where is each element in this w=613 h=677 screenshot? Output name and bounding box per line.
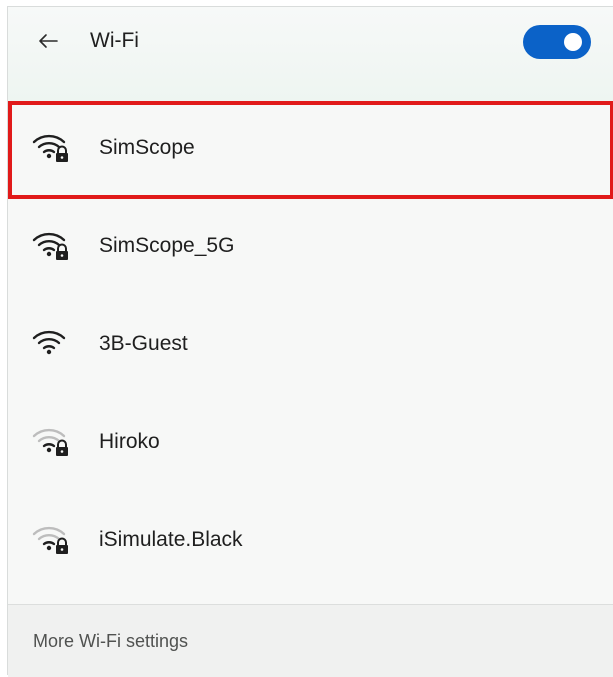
wifi-lock-icon (32, 522, 72, 554)
network-name: 3B-Guest (99, 332, 188, 355)
network-item-hiroko[interactable]: Hiroko (8, 395, 613, 493)
wifi-lock-icon (32, 424, 72, 456)
network-item-3b-guest[interactable]: 3B-Guest (8, 297, 613, 395)
network-name: SimScope (99, 136, 195, 159)
footer: More Wi-Fi settings (8, 604, 613, 677)
network-list: SimScope SimScope_5G 3B-Guest Hiroko iSi… (8, 101, 613, 591)
wifi-toggle[interactable] (523, 25, 591, 59)
wifi-lock-icon (32, 130, 72, 162)
back-arrow-icon[interactable] (34, 27, 62, 55)
wifi-lock-icon (32, 228, 72, 260)
page-title: Wi-Fi (90, 29, 139, 52)
wifi-icon (32, 326, 72, 358)
network-item-simscope[interactable]: SimScope (8, 101, 613, 199)
network-name: iSimulate.Black (99, 528, 243, 551)
wifi-header: Wi-Fi (8, 7, 613, 101)
network-item-simscope-5g[interactable]: SimScope_5G (8, 199, 613, 297)
toggle-knob (564, 33, 582, 51)
network-name: SimScope_5G (99, 234, 235, 257)
network-name: Hiroko (99, 430, 160, 453)
wifi-panel: Wi-Fi SimScope SimScope_5G 3B-Guest Hiro… (7, 6, 613, 677)
network-item-isimulate-black[interactable]: iSimulate.Black (8, 493, 613, 591)
more-wifi-settings-link[interactable]: More Wi-Fi settings (33, 631, 188, 652)
